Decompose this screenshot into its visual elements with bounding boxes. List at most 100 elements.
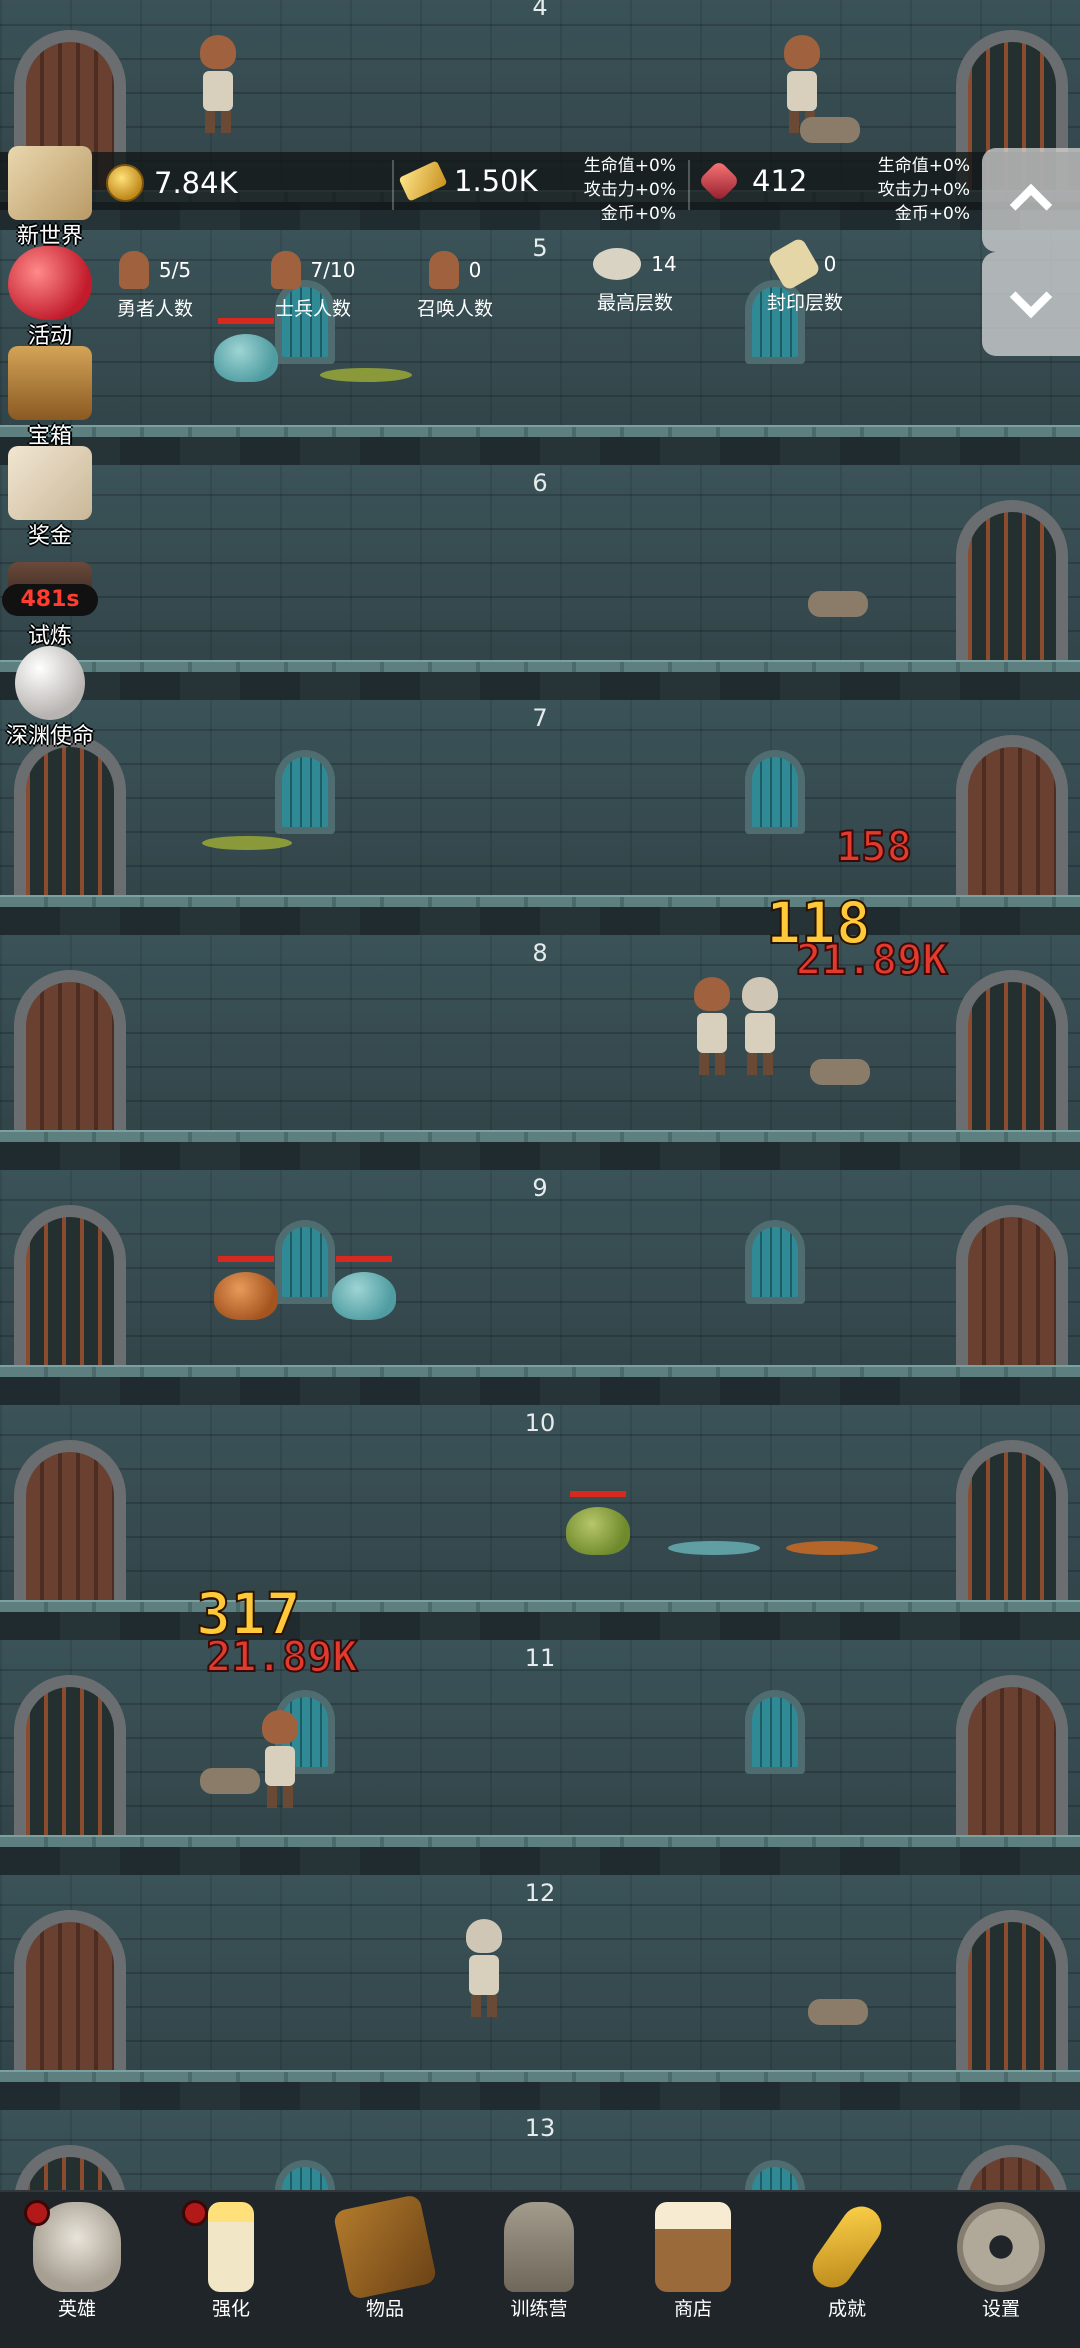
nav-achievements[interactable]: 成就 — [770, 2192, 924, 2348]
skeleton-remains — [800, 117, 860, 143]
nav-hero[interactable]: 英雄 — [0, 2192, 154, 2348]
orange-slime[interactable] — [214, 1272, 278, 1320]
lantern-icon — [504, 2202, 574, 2292]
attack-bonus: 攻击力+0% — [583, 180, 676, 200]
sealed-floors-label: 封印层数 — [766, 292, 843, 314]
floor-number: 4 — [532, 0, 548, 21]
skeleton-remains — [808, 1999, 868, 2025]
window — [275, 750, 335, 834]
key-icon — [804, 2198, 890, 2296]
gear-icon — [957, 2202, 1045, 2292]
sealed-floors-value: 0 — [823, 252, 837, 276]
treasure-chest-icon — [8, 346, 92, 420]
nav-items-label: 物品 — [365, 2298, 404, 2320]
scroll-down-button[interactable] — [982, 252, 1080, 356]
floor-number: 10 — [524, 1409, 556, 1437]
door — [14, 1440, 126, 1600]
nav-shop-label: 商店 — [673, 2298, 712, 2320]
hero-knight — [258, 1710, 302, 1810]
door — [956, 735, 1068, 895]
summon-icon — [428, 251, 459, 289]
nav-upgrade[interactable]: 强化 — [154, 2192, 308, 2348]
floor-13: 13 — [0, 2110, 1080, 2190]
divider — [392, 160, 394, 210]
party-stats: 5/5 勇者人数 7/10 士兵人数 0 召唤人数 14 最高层数 0 封印层数 — [100, 236, 1000, 321]
slime-puddle — [202, 836, 292, 850]
skeleton-enemy[interactable] — [200, 1768, 260, 1794]
door — [956, 1205, 1068, 1365]
reward-button[interactable]: 奖金 — [0, 446, 100, 549]
soldier-count-value: 7/10 — [310, 258, 356, 282]
skeleton-remains — [810, 1059, 870, 1085]
enemy-hp-bar — [218, 1256, 274, 1262]
hero-count: 5/5 勇者人数 — [100, 250, 210, 321]
nav-items[interactable]: 物品 — [308, 2192, 462, 2348]
attack-bonus: 攻击力+0% — [877, 180, 970, 200]
scroll-up-button[interactable] — [982, 148, 1080, 252]
window — [275, 1220, 335, 1304]
floor-7: 7 158 — [0, 700, 1080, 935]
chevron-up-icon — [1009, 183, 1053, 227]
dungeon-view[interactable]: 4 5 6 7 158 8 118 21.89K 9 10 11 317 21.… — [0, 0, 1080, 2190]
hero-mage — [738, 977, 782, 1077]
chevron-down-icon — [1009, 275, 1053, 319]
hero-knight — [690, 977, 734, 1077]
coin-icon — [106, 164, 144, 202]
floor-8: 8 118 21.89K — [0, 888, 1080, 1170]
floor-number: 7 — [532, 704, 548, 732]
coin-bonus: 金币+0% — [894, 204, 970, 224]
floor-6: 6 — [0, 465, 1080, 700]
chest-button[interactable]: 宝箱 — [0, 346, 100, 449]
bonus-stats-left: 生命值+0% 攻击力+0% 金币+0% — [574, 154, 676, 226]
soldier-count-label: 士兵人数 — [274, 298, 351, 320]
highest-floor-label: 最高层数 — [596, 292, 673, 314]
damage-number: 21.89K — [205, 1631, 359, 1682]
nav-training-label: 训练营 — [510, 2298, 568, 2320]
green-slime[interactable] — [566, 1507, 630, 1555]
nav-training[interactable]: 训练营 — [462, 2192, 616, 2348]
event-button[interactable]: 活动 — [0, 246, 100, 349]
blue-slime[interactable] — [214, 334, 278, 382]
gem-counter: 412 — [697, 159, 808, 203]
notification-badge — [182, 2200, 208, 2226]
damage-number: 158 — [835, 821, 913, 872]
floor-10: 10 — [0, 1405, 1080, 1640]
map-icon — [8, 146, 92, 220]
gold-bar-icon — [398, 160, 448, 202]
door — [14, 970, 126, 1130]
beer-mug-icon — [655, 2202, 731, 2292]
gate — [956, 970, 1068, 1130]
nav-shop[interactable]: 商店 — [616, 2192, 770, 2348]
damage-number: 21.89K — [795, 934, 949, 985]
nav-settings[interactable]: 设置 — [924, 2192, 1078, 2348]
hero-count-value: 5/5 — [158, 258, 192, 282]
slime-puddle — [320, 368, 412, 382]
gold-bar-counter: 1.50K — [398, 160, 538, 202]
new-world-button[interactable]: 新世界 — [0, 146, 100, 249]
highest-floor: 14 最高层数 — [570, 244, 700, 315]
window — [745, 750, 805, 834]
slime-puddle — [786, 1541, 878, 1555]
gate — [956, 1910, 1068, 2070]
gem-value: 412 — [752, 164, 808, 198]
letter-icon — [8, 446, 92, 520]
door — [956, 2145, 1068, 2190]
enemy-hp-bar — [570, 1491, 626, 1497]
coin-counter: 7.84K — [106, 164, 238, 202]
window — [745, 1220, 805, 1304]
window — [745, 1690, 805, 1774]
divider — [688, 160, 690, 210]
summon-count-label: 召唤人数 — [416, 298, 493, 320]
door — [956, 1675, 1068, 1835]
trial-timer: 481s — [2, 584, 98, 616]
hero-icon — [118, 251, 149, 289]
book-icon — [332, 2193, 438, 2301]
summon-count-value: 0 — [468, 258, 482, 282]
hero-mage — [462, 1919, 506, 2019]
summon-count: 0 召唤人数 — [400, 250, 510, 321]
abyss-mission-button[interactable]: 深渊使命 — [0, 646, 100, 749]
blue-slime[interactable] — [332, 1272, 396, 1320]
window — [745, 2160, 805, 2190]
window — [275, 2160, 335, 2190]
floor-number: 11 — [524, 1644, 556, 1672]
